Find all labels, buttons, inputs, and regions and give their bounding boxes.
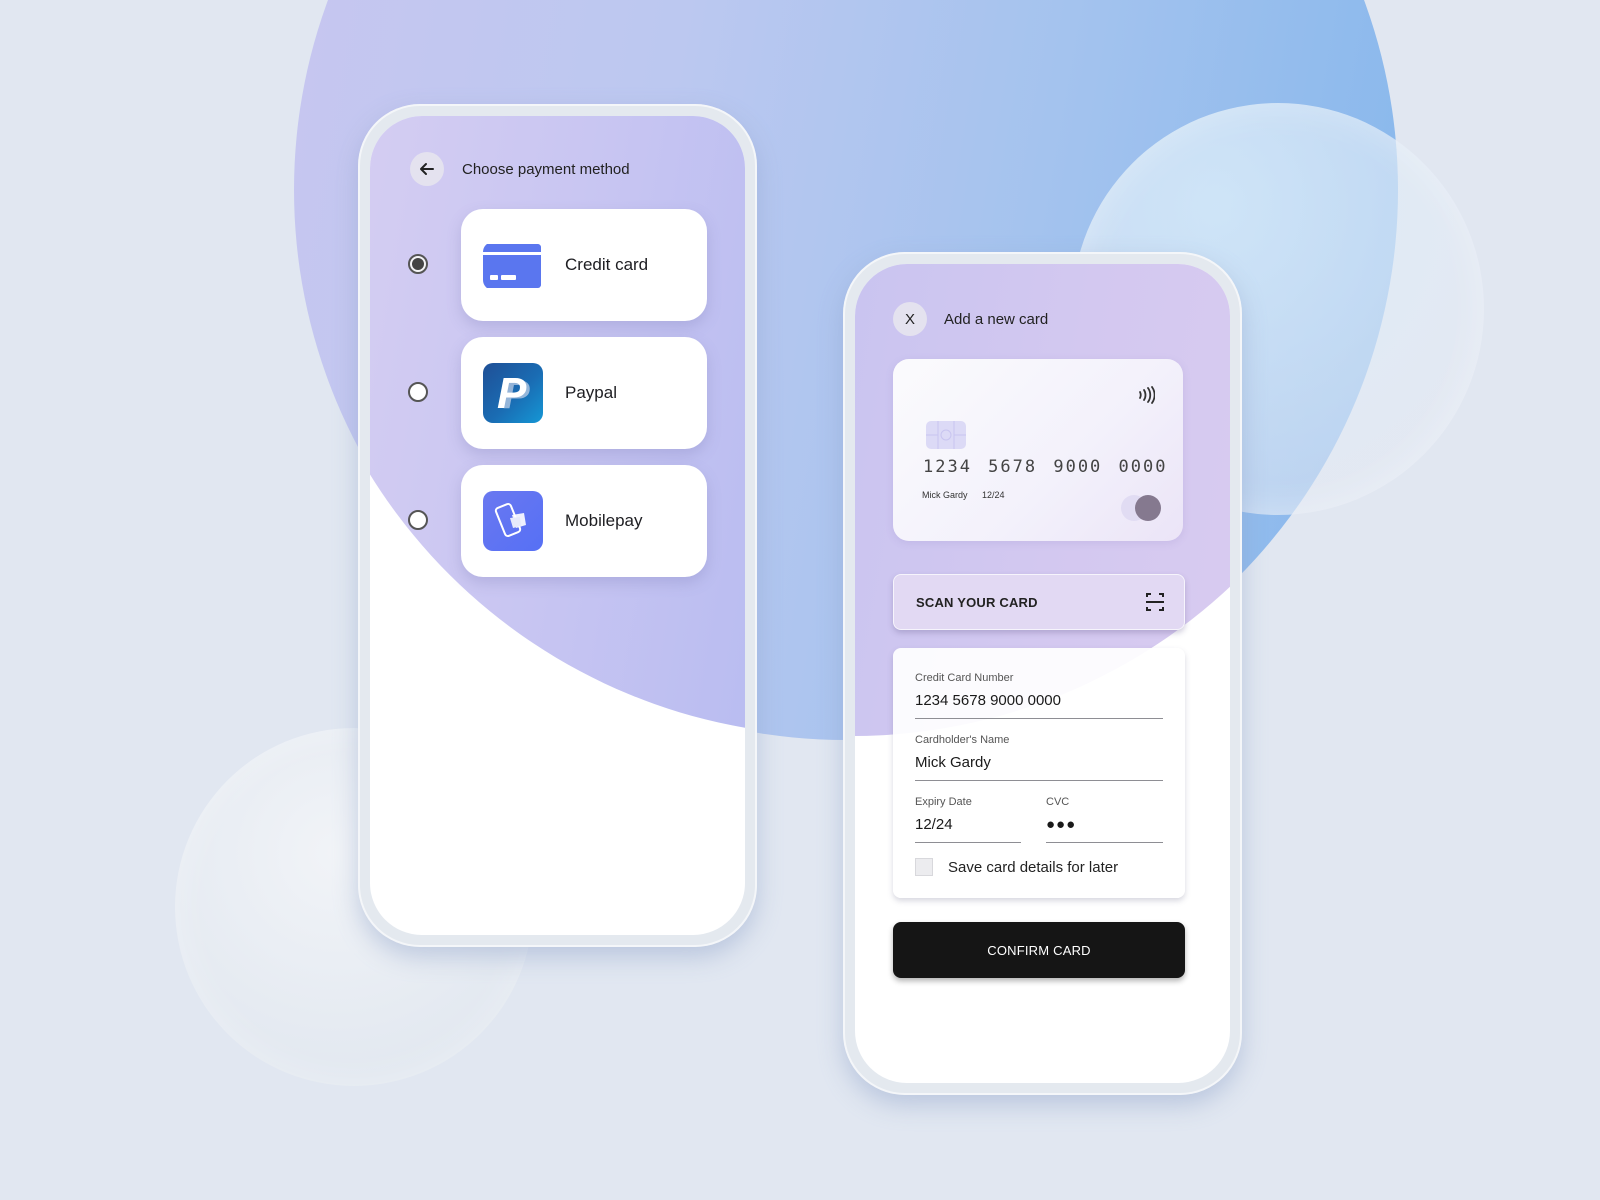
option-label: Mobilepay: [565, 511, 643, 530]
radio-credit-card[interactable]: [408, 254, 428, 274]
cardholder-name-input[interactable]: Mick Gardy: [915, 754, 1163, 771]
card-expiry-display: 12/24: [982, 490, 1005, 500]
header: Choose payment method: [410, 152, 630, 186]
card-number-display: 1234 5678 9000 0000: [923, 457, 1168, 477]
option-card[interactable]: Credit card: [461, 209, 707, 321]
scan-card-button[interactable]: SCAN YOUR CARD: [893, 574, 1185, 630]
phone-add-card: X Add a new card 1234 5678 9000 0000 Mic…: [843, 252, 1242, 1095]
expiry-date-field[interactable]: Expiry Date 12/24: [915, 788, 1021, 843]
paypal-logo-icon: PP: [483, 363, 543, 423]
save-card-checkbox[interactable]: [915, 858, 933, 876]
radio-paypal[interactable]: [408, 382, 428, 402]
confirm-card-button[interactable]: CONFIRM CARD: [893, 922, 1185, 978]
field-label: Credit Card Number: [915, 672, 1014, 684]
cvc-input[interactable]: ●●●: [1046, 816, 1163, 833]
mobilepay-logo-icon: [483, 491, 543, 551]
option-card[interactable]: Mobilepay: [461, 465, 707, 577]
page-title: Add a new card: [944, 310, 1049, 328]
field-label: Cardholder's Name: [915, 734, 1010, 746]
arrow-left-icon: [420, 163, 434, 175]
phone-payment-method: Choose payment method Credit card PP Pay…: [358, 104, 757, 947]
scan-button-label: SCAN YOUR CARD: [916, 594, 1038, 610]
mastercard-logo-icon: [1135, 495, 1161, 521]
card-preview: 1234 5678 9000 0000 Mick Gardy 12/24: [893, 359, 1183, 541]
card-form: Credit Card Number 1234 5678 9000 0000 C…: [893, 648, 1185, 898]
field-label: Expiry Date: [915, 796, 972, 808]
payment-option-mobilepay[interactable]: Mobilepay: [370, 465, 745, 577]
radio-mobilepay[interactable]: [408, 510, 428, 530]
phone-screen: X Add a new card 1234 5678 9000 0000 Mic…: [855, 264, 1230, 1083]
cardholder-name-field[interactable]: Cardholder's Name Mick Gardy: [915, 726, 1163, 781]
contactless-icon: [1135, 385, 1156, 410]
option-card[interactable]: PP Paypal: [461, 337, 707, 449]
field-label: CVC: [1046, 796, 1070, 808]
payment-option-paypal[interactable]: PP Paypal: [370, 337, 745, 449]
page-title: Choose payment method: [462, 160, 630, 178]
scan-icon: [1146, 593, 1164, 611]
back-button[interactable]: [410, 152, 444, 186]
close-icon: X: [904, 310, 915, 328]
cvc-field[interactable]: CVC ●●●: [1046, 788, 1163, 843]
expiry-date-input[interactable]: 12/24: [915, 816, 1021, 833]
phone-screen: Choose payment method Credit card PP Pay…: [370, 116, 745, 935]
close-button[interactable]: X: [893, 302, 927, 336]
payment-option-credit-card[interactable]: Credit card: [370, 209, 745, 321]
credit-card-icon: [483, 242, 543, 290]
header: X Add a new card: [893, 302, 1048, 336]
card-number-input[interactable]: 1234 5678 9000 0000: [915, 692, 1163, 709]
save-card-label: Save card details for later: [948, 858, 1119, 876]
option-label: Paypal: [565, 383, 617, 402]
card-chip-icon: [926, 421, 966, 449]
option-label: Credit card: [565, 255, 649, 274]
card-number-field[interactable]: Credit Card Number 1234 5678 9000 0000: [915, 664, 1163, 719]
card-holder-display: Mick Gardy: [922, 490, 968, 500]
confirm-button-label: CONFIRM CARD: [987, 942, 1091, 958]
save-card-option[interactable]: Save card details for later: [915, 858, 1118, 876]
